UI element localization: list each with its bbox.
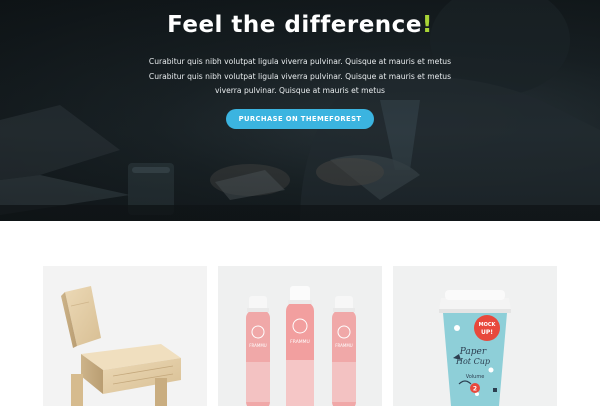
badge-bottom-text: UP! xyxy=(481,329,493,336)
cup-volume-number: 2 xyxy=(473,386,477,393)
hero-title: Feel the difference! xyxy=(0,12,600,38)
hero-description-line-3: viverra pulvinar. Quisque at mauris et m… xyxy=(215,86,385,95)
hero-title-accent: ! xyxy=(421,12,433,38)
bottle-right: FRAMMU xyxy=(332,296,356,406)
hero-description-line-2: Curabitur quis nibh volutpat ligula vive… xyxy=(148,71,452,81)
cup-title-line-2: Hot Cup xyxy=(455,357,490,366)
mockup-badge: MOCK UP! xyxy=(474,315,500,341)
chair-image xyxy=(61,286,181,406)
portfolio-item-bottles[interactable]: FRAMMU FRAMMU FRAMMU xyxy=(218,266,382,406)
hero-section: Feel the difference! Curabitur quis nibh… xyxy=(0,0,600,221)
hero-title-main: Feel the difference xyxy=(167,12,422,38)
bottle-left-label: FRAMMU xyxy=(249,343,267,348)
bottle-center: FRAMMU xyxy=(286,286,314,406)
hero-description-line-1: Curabitur quis nibh volutpat ligula vive… xyxy=(148,57,452,66)
portfolio-gallery: FRAMMU FRAMMU FRAMMU MOCK UP! Paper Hot … xyxy=(0,221,600,406)
purchase-button[interactable]: PURCHASE ON THEMEFOREST xyxy=(226,109,374,129)
cup-volume-label: Volume xyxy=(466,374,485,380)
portfolio-item-chair[interactable] xyxy=(43,266,207,406)
cup-title-line-1: Paper xyxy=(459,347,487,357)
cup-volume-badge: 2 xyxy=(470,383,480,393)
bottle-center-label: FRAMMU xyxy=(290,339,310,345)
bottle-left: FRAMMU xyxy=(246,296,270,406)
badge-top-text: MOCK xyxy=(479,322,497,328)
bottle-right-label: FRAMMU xyxy=(335,343,353,348)
hero-description: Curabitur quis nibh volutpat ligula vive… xyxy=(140,55,460,99)
portfolio-item-cup[interactable]: MOCK UP! Paper Hot Cup Volume 2 xyxy=(393,266,557,406)
